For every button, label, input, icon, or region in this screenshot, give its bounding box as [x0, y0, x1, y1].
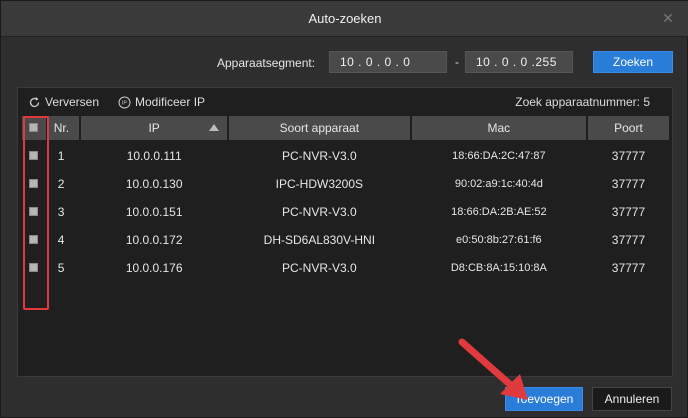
refresh-button[interactable]: Verversen — [28, 95, 99, 109]
device-count: Zoek apparaatnummer: 5 — [515, 95, 650, 109]
cell-port: 37777 — [611, 261, 646, 275]
start-ip-input[interactable]: 10 . 0 . 0 . 0 — [329, 51, 447, 73]
header-port[interactable]: Poort — [587, 116, 669, 140]
sort-ascending-icon — [208, 124, 219, 131]
svg-text:IP: IP — [122, 100, 128, 106]
cell-mac: e0:50:8b:27:61:f6 — [456, 234, 542, 246]
header-ip-label: IP — [148, 121, 160, 135]
row-checkbox-cell[interactable] — [22, 142, 46, 170]
cell-port: 37777 — [611, 205, 646, 219]
cell-device-type: PC-NVR-V3.0 — [282, 205, 357, 219]
cell-mac: 18:66:DA:2C:47:87 — [452, 150, 546, 162]
range-separator: - — [455, 55, 459, 69]
cell-ip: 10.0.0.176 — [125, 261, 183, 275]
cell-ip: 10.0.0.172 — [125, 233, 183, 247]
row-checkbox[interactable] — [29, 179, 38, 188]
row-checkbox-cell[interactable] — [22, 254, 46, 282]
auto-search-dialog: Auto-zoeken ✕ Apparaatsegment: 10 . 0 . … — [0, 0, 688, 418]
row-checkbox[interactable] — [29, 207, 38, 216]
end-ip-input[interactable]: 10 . 0 . 0 .255 — [465, 51, 573, 73]
cell-port: 37777 — [611, 149, 646, 163]
cell-ip: 10.0.0.111 — [126, 149, 182, 163]
select-all-checkbox[interactable] — [29, 123, 38, 132]
table-header: Nr. IP Soort apparaat Mac Poort — [22, 116, 669, 140]
segment-label: Apparaatsegment: — [217, 56, 316, 70]
row-checkbox-cell[interactable] — [22, 198, 46, 226]
header-mac[interactable]: Mac — [411, 116, 586, 140]
row-checkbox-cell[interactable] — [22, 170, 46, 198]
refresh-icon — [29, 96, 40, 107]
modify-ip-label: Modificeer IP — [135, 95, 206, 109]
row-checkbox-cell[interactable] — [22, 226, 46, 254]
header-device-type[interactable]: Soort apparaat — [228, 116, 410, 140]
device-count-value: 5 — [643, 95, 650, 109]
cell-mac: 90:02:a9:1c:40:4d — [454, 178, 543, 190]
cell-nr: 5 — [57, 261, 65, 275]
device-count-label: Zoek apparaatnummer: — [515, 95, 640, 109]
cell-port: 37777 — [611, 177, 646, 191]
cell-mac: D8:CB:8A:15:10:8A — [450, 262, 547, 274]
cell-nr: 3 — [57, 205, 65, 219]
modify-ip-button[interactable]: IP Modificeer IP — [118, 95, 205, 109]
cancel-button[interactable]: Annuleren — [592, 387, 672, 411]
cell-device-type: PC-NVR-V3.0 — [282, 149, 357, 163]
window-title: Auto-zoeken — [308, 11, 382, 26]
row-checkbox[interactable] — [29, 263, 38, 272]
device-list-panel: Verversen IP Modificeer IP Zoek apparaat… — [17, 87, 673, 377]
cell-device-type: DH-SD6AL830V-HNI — [263, 233, 376, 247]
table-row[interactable]: 2 10.0.0.130 IPC-HDW3200S 90:02:a9:1c:40… — [22, 170, 669, 198]
ip-icon: IP — [118, 96, 131, 108]
search-button[interactable]: Zoeken — [593, 51, 673, 73]
cell-device-type: IPC-HDW3200S — [275, 177, 364, 191]
cell-device-type: PC-NVR-V3.0 — [282, 261, 357, 275]
cell-ip: 10.0.0.151 — [125, 205, 183, 219]
cell-nr: 4 — [57, 233, 65, 247]
cell-mac: 18:66:DA:2B:AE:52 — [451, 206, 547, 218]
cell-nr: 1 — [57, 149, 65, 163]
table-row[interactable]: 3 10.0.0.151 PC-NVR-V3.0 18:66:DA:2B:AE:… — [22, 198, 669, 226]
row-checkbox[interactable] — [29, 151, 38, 160]
add-button[interactable]: Toevoegen — [505, 387, 583, 411]
table-row[interactable]: 1 10.0.0.111 PC-NVR-V3.0 18:66:DA:2C:47:… — [22, 142, 669, 170]
refresh-label: Verversen — [45, 95, 100, 109]
device-rows: 1 10.0.0.111 PC-NVR-V3.0 18:66:DA:2C:47:… — [22, 142, 669, 282]
table-row[interactable]: 4 10.0.0.172 DH-SD6AL830V-HNI e0:50:8b:2… — [22, 226, 669, 254]
table-row[interactable]: 5 10.0.0.176 PC-NVR-V3.0 D8:CB:8A:15:10:… — [22, 254, 669, 282]
cell-nr: 2 — [57, 177, 65, 191]
header-ip[interactable]: IP — [81, 116, 227, 140]
close-icon[interactable]: ✕ — [659, 9, 677, 27]
row-checkbox[interactable] — [29, 235, 38, 244]
cell-ip: 10.0.0.130 — [125, 177, 183, 191]
cell-port: 37777 — [611, 233, 646, 247]
select-all-checkbox-cell[interactable] — [22, 116, 46, 140]
header-nr[interactable]: Nr. — [47, 116, 80, 140]
title-bar: Auto-zoeken ✕ — [1, 1, 688, 37]
